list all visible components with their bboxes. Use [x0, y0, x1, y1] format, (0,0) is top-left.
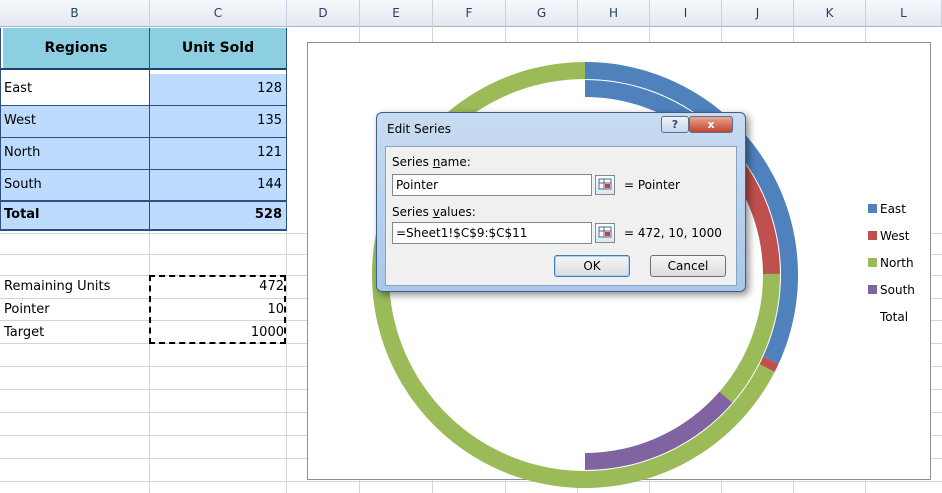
- legend-item-total[interactable]: Total: [868, 308, 908, 326]
- edit-series-dialog[interactable]: Edit Series ? x Series name: Pointer = P…: [376, 112, 746, 292]
- legend-item-west[interactable]: West: [868, 227, 910, 245]
- legend-label-east: East: [880, 202, 906, 216]
- dialog-body: Series name: Pointer = Pointer Series va…: [385, 146, 737, 286]
- series-values-input[interactable]: =Sheet1!$C$9:$C$11: [392, 222, 592, 244]
- series-values-range-picker-button[interactable]: [595, 223, 615, 243]
- legend-item-south[interactable]: South: [868, 281, 915, 299]
- close-button[interactable]: x: [689, 116, 733, 133]
- help-button[interactable]: ?: [661, 116, 689, 133]
- series-name-input[interactable]: Pointer: [392, 174, 592, 196]
- legend-label-west: West: [880, 229, 910, 243]
- legend-item-east[interactable]: East: [868, 200, 906, 218]
- ok-button[interactable]: OK: [554, 255, 630, 277]
- series-values-preview: = 472, 10, 1000: [624, 226, 722, 240]
- legend-item-north[interactable]: North: [868, 254, 914, 272]
- series-values-label: Series values:: [392, 205, 476, 219]
- legend-swatch-west: [868, 231, 877, 240]
- range-picker-icon: [598, 226, 612, 238]
- legend-swatch-north: [868, 258, 877, 267]
- series-name-label: Series name:: [392, 155, 471, 169]
- range-picker-icon: [598, 178, 612, 190]
- legend-label-north: North: [880, 256, 914, 270]
- legend-swatch-east: [868, 204, 877, 213]
- series-name-range-picker-button[interactable]: [595, 175, 615, 195]
- legend-label-total: Total: [880, 310, 909, 324]
- dialog-title: Edit Series: [387, 122, 451, 136]
- legend-swatch-total: [868, 312, 877, 321]
- cancel-button[interactable]: Cancel: [650, 255, 726, 277]
- legend-swatch-south: [868, 285, 877, 294]
- series-name-preview: = Pointer: [624, 178, 680, 192]
- legend-label-south: South: [880, 283, 915, 297]
